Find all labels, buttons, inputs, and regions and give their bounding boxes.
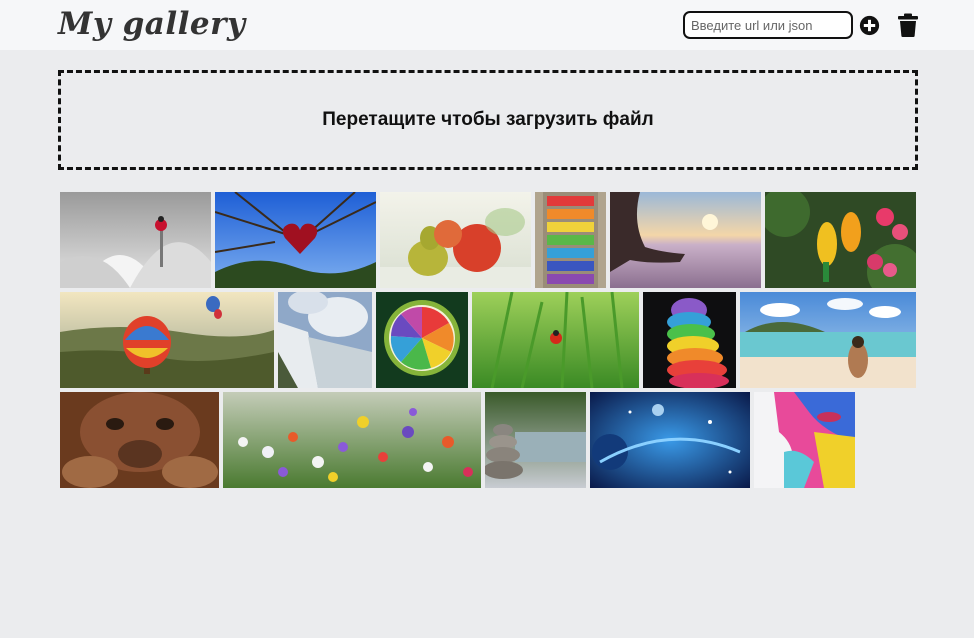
photo-rainbow-citrus[interactable] xyxy=(376,292,468,388)
app-header: My gallery xyxy=(0,0,974,50)
photo-wildflowers[interactable] xyxy=(223,392,481,488)
photo-heart-branch[interactable] xyxy=(215,192,376,288)
photo-hot-air-balloons[interactable] xyxy=(60,292,274,388)
trash-icon xyxy=(898,13,918,37)
photo-colorful-face[interactable] xyxy=(754,392,855,488)
photo-meditation-sunset[interactable] xyxy=(610,192,761,288)
add-button[interactable] xyxy=(859,15,880,36)
url-input[interactable] xyxy=(683,11,853,39)
app-logo: My gallery xyxy=(58,6,246,42)
photo-stone-stack[interactable] xyxy=(485,392,586,488)
photo-orangutan[interactable] xyxy=(60,392,219,488)
photo-rainbow-bows[interactable] xyxy=(535,192,606,288)
delete-button[interactable] xyxy=(897,13,919,37)
file-dropzone[interactable]: Перетащите чтобы загрузить файл xyxy=(58,70,918,170)
photo-ladybug-grass[interactable] xyxy=(472,292,639,388)
photo-parrots[interactable] xyxy=(765,192,916,288)
dropzone-text: Перетащите чтобы загрузить файл xyxy=(322,109,654,130)
photo-space[interactable] xyxy=(590,392,750,488)
photo-beach[interactable] xyxy=(740,292,916,388)
photo-ladybug-flower[interactable] xyxy=(60,192,211,288)
photo-waterfall[interactable] xyxy=(278,292,372,388)
photo-apples-pears[interactable] xyxy=(380,192,531,288)
plus-circle-icon xyxy=(859,15,880,36)
photo-rainbow-ice-cream[interactable] xyxy=(643,292,736,388)
